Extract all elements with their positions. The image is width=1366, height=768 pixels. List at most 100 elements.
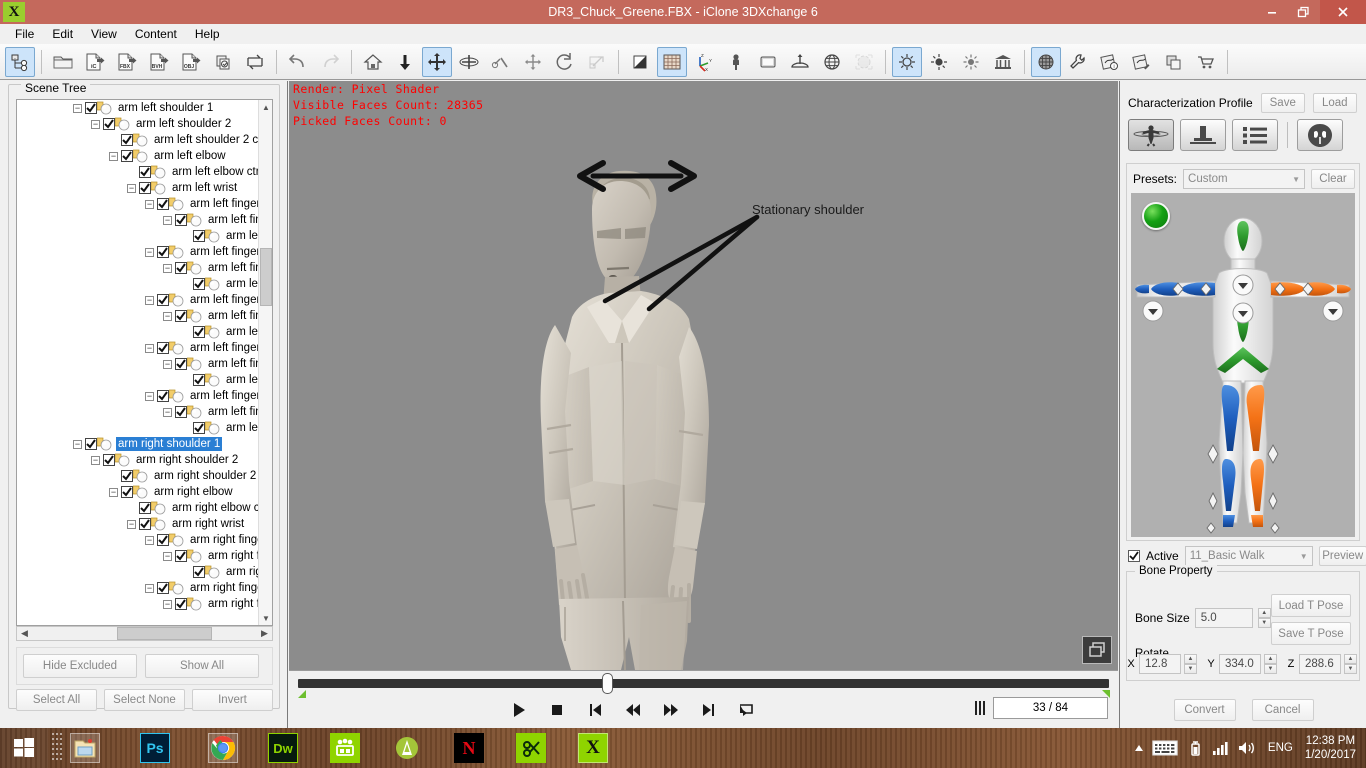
spot-light-icon[interactable] — [924, 47, 954, 77]
export-fbx-icon[interactable]: FBX — [112, 47, 142, 77]
wrench-icon[interactable] — [1063, 47, 1093, 77]
invert-button[interactable]: Invert — [192, 689, 273, 711]
stepper-down-icon[interactable]: ▼ — [1257, 618, 1271, 628]
crazytalk-icon[interactable] — [516, 733, 546, 763]
stepper-up-icon[interactable]: ▲ — [1264, 654, 1277, 664]
export-obj-icon[interactable]: OBJ — [176, 47, 206, 77]
tree-node-checkbox[interactable] — [139, 518, 151, 530]
tree-node-checkbox[interactable] — [193, 278, 205, 290]
folder-icon[interactable] — [48, 47, 78, 77]
3d-viewport[interactable]: Render: Pixel Shader Visible Faces Count… — [289, 81, 1118, 670]
tree-node-checkbox[interactable] — [157, 582, 169, 594]
tree-node[interactable]: arm lef — [17, 324, 260, 340]
tree-node-checkbox[interactable] — [175, 598, 187, 610]
export-bvh-icon[interactable]: BVH — [144, 47, 174, 77]
tree-node[interactable]: arm lef — [17, 372, 260, 388]
tree-node-checkbox[interactable] — [157, 198, 169, 210]
pick-icon[interactable] — [486, 47, 516, 77]
timeline-track[interactable] — [298, 679, 1109, 688]
undo-icon[interactable] — [283, 47, 313, 77]
tree-node[interactable]: − arm right finger — [17, 580, 260, 596]
tree-node[interactable]: − arm left finger 1 — [17, 244, 260, 260]
tab-tpose[interactable] — [1128, 119, 1174, 151]
tree-node[interactable]: − arm left shoulder 1 — [17, 100, 260, 116]
axis-icon[interactable]: Z Y X — [689, 47, 719, 77]
tree-expander-icon[interactable]: − — [163, 263, 172, 273]
rotate-icon[interactable] — [454, 47, 484, 77]
bone-size-input[interactable]: 5.0 — [1194, 608, 1253, 628]
tree-node[interactable]: − arm left finger 3 — [17, 292, 260, 308]
tree-expander-icon[interactable]: − — [73, 439, 82, 449]
globe-icon[interactable] — [817, 47, 847, 77]
museum-icon[interactable] — [988, 47, 1018, 77]
skip-to-start-icon[interactable] — [585, 700, 605, 720]
material-edit-icon[interactable] — [1127, 47, 1157, 77]
timeline-playhead[interactable] — [602, 673, 613, 694]
tree-node-checkbox[interactable] — [193, 326, 205, 338]
tree-node-checkbox[interactable] — [139, 182, 151, 194]
scroll-right-icon[interactable]: ▶ — [257, 627, 272, 640]
network-signal-icon[interactable] — [1208, 728, 1234, 768]
tree-node-checkbox[interactable] — [121, 486, 133, 498]
select-all-button[interactable]: Select All — [16, 689, 97, 711]
tree-expander-icon[interactable]: − — [163, 599, 172, 609]
rotate-y-input[interactable]: 334.0 — [1219, 654, 1261, 674]
tree-expander-icon[interactable]: − — [163, 407, 172, 417]
meeting-icon[interactable] — [330, 733, 360, 763]
tree-expander-icon[interactable]: − — [127, 183, 136, 193]
tree-vertical-scrollbar[interactable]: ▲ ▼ — [258, 100, 272, 625]
menu-content[interactable]: Content — [126, 24, 186, 44]
tree-node-checkbox[interactable] — [175, 214, 187, 226]
rotate-y-stepper[interactable]: ▲ ▼ — [1264, 654, 1277, 674]
play-icon[interactable] — [509, 700, 529, 720]
tree-expander-icon[interactable]: − — [91, 119, 100, 129]
tree-node-checkbox[interactable] — [175, 310, 187, 322]
tree-node[interactable]: arm left elbow ctr — [17, 164, 260, 180]
tree-node[interactable]: arm right shoulder 2 ctr — [17, 468, 260, 484]
point-light-icon[interactable] — [892, 46, 922, 77]
rotate-z-stepper[interactable]: ▲ ▼ — [1344, 654, 1357, 674]
scroll-down-icon[interactable]: ▼ — [259, 611, 272, 625]
scene-tree-list[interactable]: − arm left shoulder 1 − arm left shoulder 2… — [16, 99, 273, 626]
tree-node[interactable]: − arm right shoulder 2 — [17, 452, 260, 468]
tree-node[interactable]: − arm left shoulder 2 — [17, 116, 260, 132]
tree-expander-icon[interactable]: − — [73, 103, 82, 113]
batch-convert-icon[interactable] — [208, 47, 238, 77]
skip-to-end-icon[interactable] — [699, 700, 719, 720]
dreamweaver-icon[interactable]: Dw — [268, 733, 298, 763]
menu-edit[interactable]: Edit — [43, 24, 82, 44]
show-hidden-icon[interactable] — [1130, 728, 1148, 768]
tree-node[interactable]: − arm left fin — [17, 356, 260, 372]
home-icon[interactable] — [358, 47, 388, 77]
next-frame-icon[interactable] — [661, 700, 681, 720]
taskbar-grip[interactable] — [52, 733, 62, 763]
windows-start-icon[interactable] — [0, 728, 48, 768]
active-checkbox[interactable] — [1128, 550, 1140, 562]
scroll-up-icon[interactable]: ▲ — [259, 100, 272, 114]
reload-icon[interactable] — [240, 47, 270, 77]
body-figure-svg[interactable] — [1131, 193, 1355, 537]
keyboard-icon[interactable] — [1148, 728, 1182, 768]
tree-expander-icon[interactable]: − — [127, 519, 136, 529]
prev-frame-icon[interactable] — [623, 700, 643, 720]
volume-icon[interactable] — [1234, 728, 1260, 768]
tree-horizontal-scrollbar[interactable]: ◀ ▶ — [16, 626, 273, 641]
cancel-button[interactable]: Cancel — [1251, 699, 1314, 721]
tree-expander-icon[interactable]: − — [145, 535, 154, 545]
tree-scroll-thumb[interactable] — [260, 248, 272, 306]
export-ic-icon[interactable]: iC — [80, 47, 110, 77]
clear-preset-button[interactable]: Clear — [1311, 169, 1356, 189]
tree-node-checkbox[interactable] — [175, 358, 187, 370]
tree-node-checkbox[interactable] — [193, 566, 205, 578]
tree-node[interactable]: − arm left fin — [17, 404, 260, 420]
tree-expander-icon[interactable]: − — [163, 359, 172, 369]
tree-node[interactable]: arm rig — [17, 564, 260, 580]
tree-node[interactable]: − arm right wrist — [17, 516, 260, 532]
load-t-pose-button[interactable]: Load T Pose — [1271, 594, 1351, 617]
tree-expander-icon[interactable]: − — [145, 247, 154, 257]
tree-node-checkbox[interactable] — [103, 454, 115, 466]
tree-node-checkbox[interactable] — [85, 102, 97, 114]
tree-node[interactable]: − arm right fi — [17, 596, 260, 612]
tree-node[interactable]: − arm left fin — [17, 308, 260, 324]
ground-icon[interactable] — [785, 47, 815, 77]
